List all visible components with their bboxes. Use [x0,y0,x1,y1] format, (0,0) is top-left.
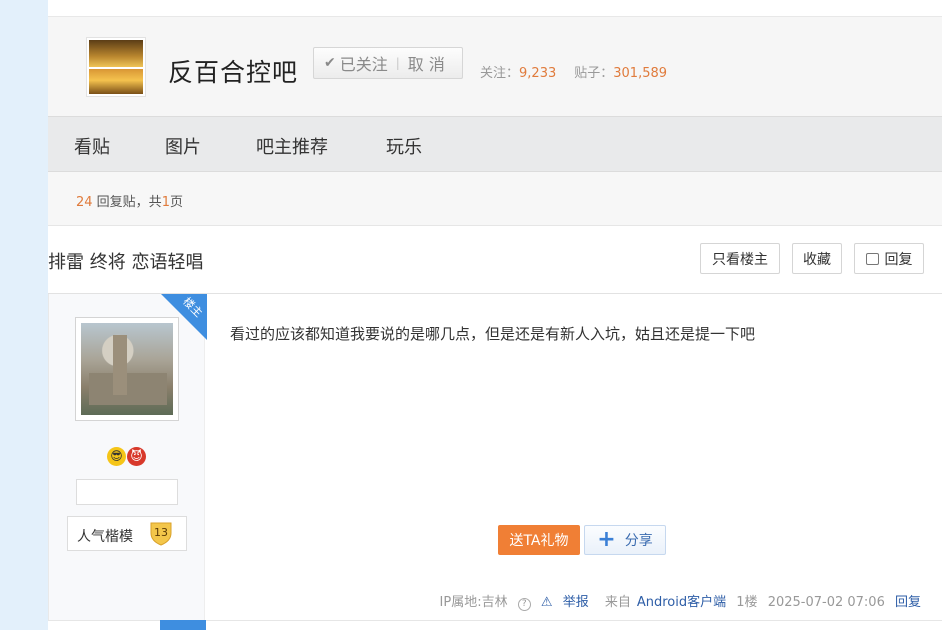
tab-recommended[interactable]: 吧主推荐 [256,133,328,159]
follow-button[interactable]: ✔ 已关注 | 取 消 [313,47,463,79]
thread-title: 排雷 终将 恋语轻唱 [48,252,204,273]
forum-nav: 看贴 图片 吧主推荐 玩乐 [48,116,942,172]
op-ribbon: 楼主 [161,294,207,340]
favorite-button[interactable]: 收藏 [792,243,842,274]
left-background-strip [0,0,48,630]
share-button[interactable]: + 分享 [584,525,666,555]
next-post-ribbon [160,620,206,630]
plus-icon: + [597,527,616,552]
reply-button-label: 回复 [884,251,913,268]
follow-label: 已关注 [339,55,388,74]
post-count: 301,589 [613,66,668,81]
post-time: 2025-07-02 07:06 [767,595,885,610]
check-icon: ✔ [324,55,336,71]
only-op-button[interactable]: 只看楼主 [700,243,780,274]
post-reply-link[interactable]: 回复 [895,595,921,610]
send-gift-button[interactable]: 送TA礼物 [498,525,580,555]
report-link[interactable]: ⚠ 举报 [541,595,589,610]
source-client-link[interactable]: Android客户端 [637,595,726,610]
comment-icon [865,252,879,265]
page-count: 1 [161,195,170,210]
reply-text-end: 页 [169,195,183,210]
unfollow-button[interactable]: 取 消 [408,51,445,75]
reply-button[interactable]: 回复 [854,243,924,274]
thread-title-bar: 排雷 终将 恋语轻唱 只看楼主 收藏 回复 [48,226,942,294]
reply-count-text: 24 回复贴，共1页 [76,191,183,210]
author-badge[interactable]: 人气楷模 13 [67,516,187,551]
badge-level: 13 [154,526,168,539]
tab-fun[interactable]: 玩乐 [386,133,422,159]
badge-name: 人气楷模 [77,529,133,545]
level-shield-icon: 13 [150,522,172,546]
reply-count-bar: 24 回复贴，共1页 [48,172,942,226]
ip-location: IP属地:吉林 [439,595,508,610]
devil-emoji-icon[interactable]: 😈 [127,447,146,466]
reply-text-mid: 回复贴，共 [92,195,162,210]
author-name-box[interactable] [76,479,178,505]
help-icon[interactable]: ? [517,598,531,611]
forum-header: 反百合控吧 ✔ 已关注 | 取 消 关注：9,233 贴子：301,589 [48,16,942,117]
tab-posts[interactable]: 看贴 [74,133,110,159]
reply-count: 24 [76,195,93,210]
source-label: 来自 Android客户端 [599,595,726,610]
post-count-label: 贴子： [574,66,614,81]
author-column: 😎 😈 人气楷模 13 [49,294,205,620]
forum-avatar[interactable] [86,37,146,97]
source-prefix: 来自 [604,595,631,610]
follow-count-label: 关注： [480,66,520,81]
report-label: 举报 [562,595,589,610]
post-floor-1: 😎 😈 人气楷模 13 楼主 看过的应该都知道我要说的是哪几点，但是还是有新人入坑… [48,294,942,620]
forum-avatar-image-bottom [89,69,143,94]
share-label: 分享 [624,533,653,549]
tab-pictures[interactable]: 图片 [165,133,201,159]
author-avatar-image [81,323,173,415]
floor-number: 1楼 [736,595,758,610]
forum-name[interactable]: 反百合控吧 [168,53,298,89]
author-icons: 😎 😈 [107,445,146,466]
divider: | [395,56,400,70]
forum-stats: 关注：9,233 贴子：301,589 [480,62,667,81]
follow-count: 9,233 [519,66,557,81]
sunglasses-emoji-icon[interactable]: 😎 [107,447,126,466]
forum-avatar-image-top [89,40,143,67]
post-meta: IP属地:吉林 ? ⚠ 举报 来自 Android客户端 1楼 2025-07-0… [434,591,921,611]
post-content: 看过的应该都知道我要说的是哪几点，但是还是有新人入坑，姑且还是提一下吧 [230,325,756,343]
top-strip [48,0,942,16]
post-content-column: 看过的应该都知道我要说的是哪几点，但是还是有新人入坑，姑且还是提一下吧 送TA礼… [205,294,942,620]
